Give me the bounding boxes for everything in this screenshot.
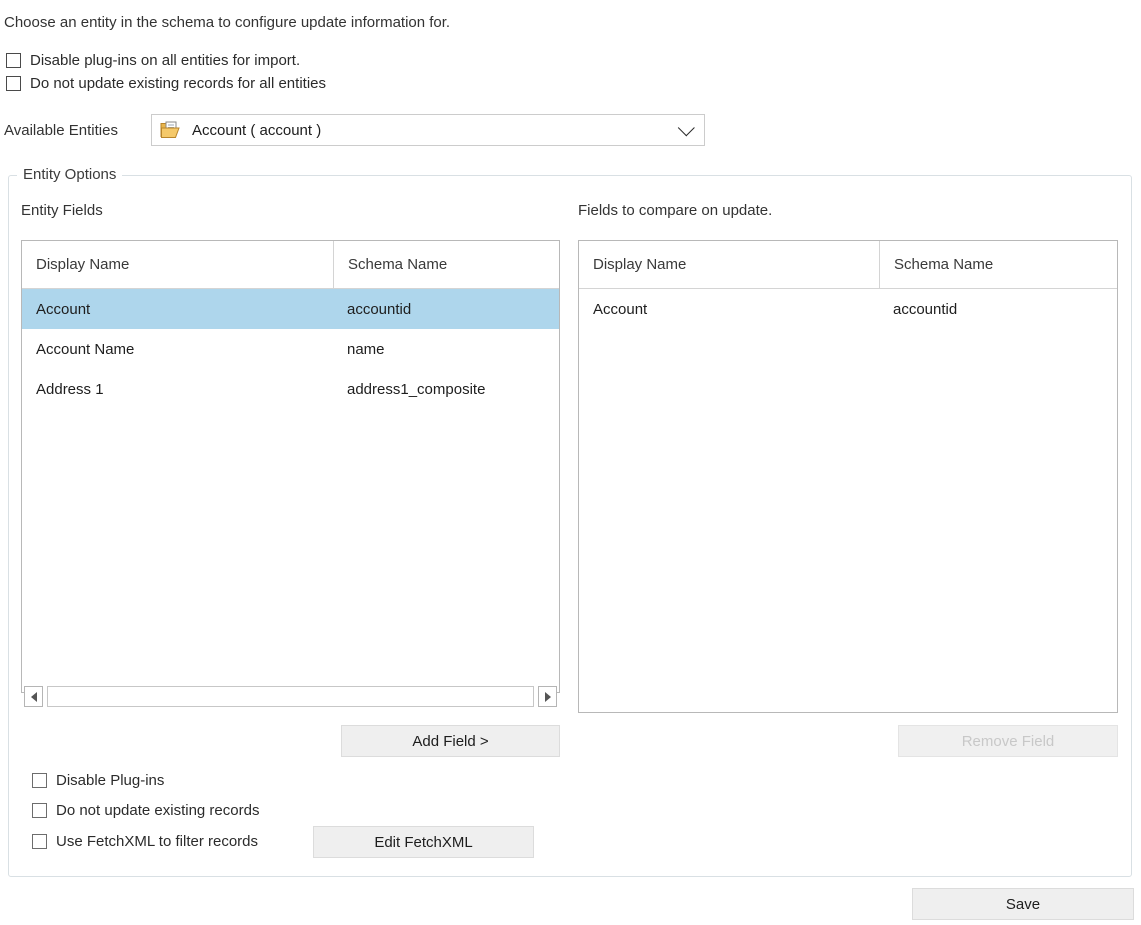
cell-display-name: Account	[593, 300, 648, 318]
checkbox-label: Do not update existing records for all e…	[30, 75, 326, 92]
compare-fields-grid[interactable]: Display Name Schema Name Account account…	[578, 240, 1118, 713]
checkbox-label: Use FetchXML to filter records	[56, 833, 259, 850]
checkbox-label: Do not update existing records	[56, 802, 260, 819]
checkbox-disable-plugins-all[interactable]: Disable plug-ins on all entities for imp…	[6, 53, 300, 68]
table-row[interactable]: Account accountid	[579, 289, 1117, 329]
checkbox-label: Disable Plug-ins	[56, 772, 165, 789]
chevron-down-icon[interactable]	[670, 115, 704, 145]
column-header-display-name[interactable]: Display Name	[22, 241, 333, 288]
entity-fields-grid-header: Display Name Schema Name	[22, 241, 559, 289]
compare-fields-grid-header: Display Name Schema Name	[579, 241, 1117, 289]
triangle-left-icon	[30, 691, 37, 702]
remove-field-button[interactable]: Remove Field	[898, 725, 1118, 757]
checkbox-box[interactable]	[6, 76, 21, 91]
entity-options-group-title: Entity Options	[17, 166, 123, 183]
folder-document-icon	[160, 121, 182, 140]
triangle-right-icon	[544, 691, 551, 702]
cell-schema-name: address1_composite	[347, 380, 486, 398]
checkbox-label: Disable plug-ins on all entities for imp…	[30, 52, 301, 69]
save-button[interactable]: Save	[912, 888, 1134, 920]
table-row[interactable]: Account Name name	[22, 329, 559, 369]
checkbox-no-update-existing[interactable]: Do not update existing records	[32, 803, 259, 818]
checkbox-use-fetchxml[interactable]: Use FetchXML to filter records	[32, 834, 258, 849]
add-field-button[interactable]: Add Field >	[341, 725, 560, 757]
table-row[interactable]: Address 1 address1_composite	[22, 369, 559, 409]
scroll-left-button[interactable]	[24, 686, 43, 707]
checkbox-box[interactable]	[6, 53, 21, 68]
scroll-right-button[interactable]	[538, 686, 557, 707]
cell-schema-name: accountid	[347, 300, 412, 318]
edit-fetchxml-button[interactable]: Edit FetchXML	[313, 826, 534, 858]
checkbox-disable-plugins[interactable]: Disable Plug-ins	[32, 773, 164, 788]
available-entities-value: Account ( account )	[192, 121, 322, 139]
column-header-schema-name[interactable]: Schema Name	[879, 241, 1117, 288]
column-header-display-name[interactable]: Display Name	[579, 241, 879, 288]
page-instruction: Choose an entity in the schema to config…	[4, 14, 451, 31]
table-row[interactable]: Account accountid	[22, 289, 559, 329]
cell-schema-name: name	[347, 340, 385, 358]
entity-fields-heading: Entity Fields	[21, 202, 103, 219]
available-entities-label: Available Entities	[4, 122, 118, 139]
available-entities-combobox[interactable]: Account ( account )	[151, 114, 705, 146]
cell-schema-name: accountid	[893, 300, 958, 318]
scrollbar-thumb[interactable]	[47, 686, 534, 707]
entity-fields-horizontal-scrollbar[interactable]	[24, 686, 557, 707]
checkbox-no-update-all[interactable]: Do not update existing records for all e…	[6, 76, 326, 91]
checkbox-box[interactable]	[32, 773, 47, 788]
cell-display-name: Account	[36, 300, 91, 318]
cell-display-name: Address 1	[36, 380, 104, 398]
cell-display-name: Account Name	[36, 340, 135, 358]
entity-fields-grid[interactable]: Display Name Schema Name Account account…	[21, 240, 560, 693]
checkbox-box[interactable]	[32, 803, 47, 818]
checkbox-box[interactable]	[32, 834, 47, 849]
fields-to-compare-heading: Fields to compare on update.	[578, 202, 773, 219]
column-header-schema-name[interactable]: Schema Name	[333, 241, 559, 288]
